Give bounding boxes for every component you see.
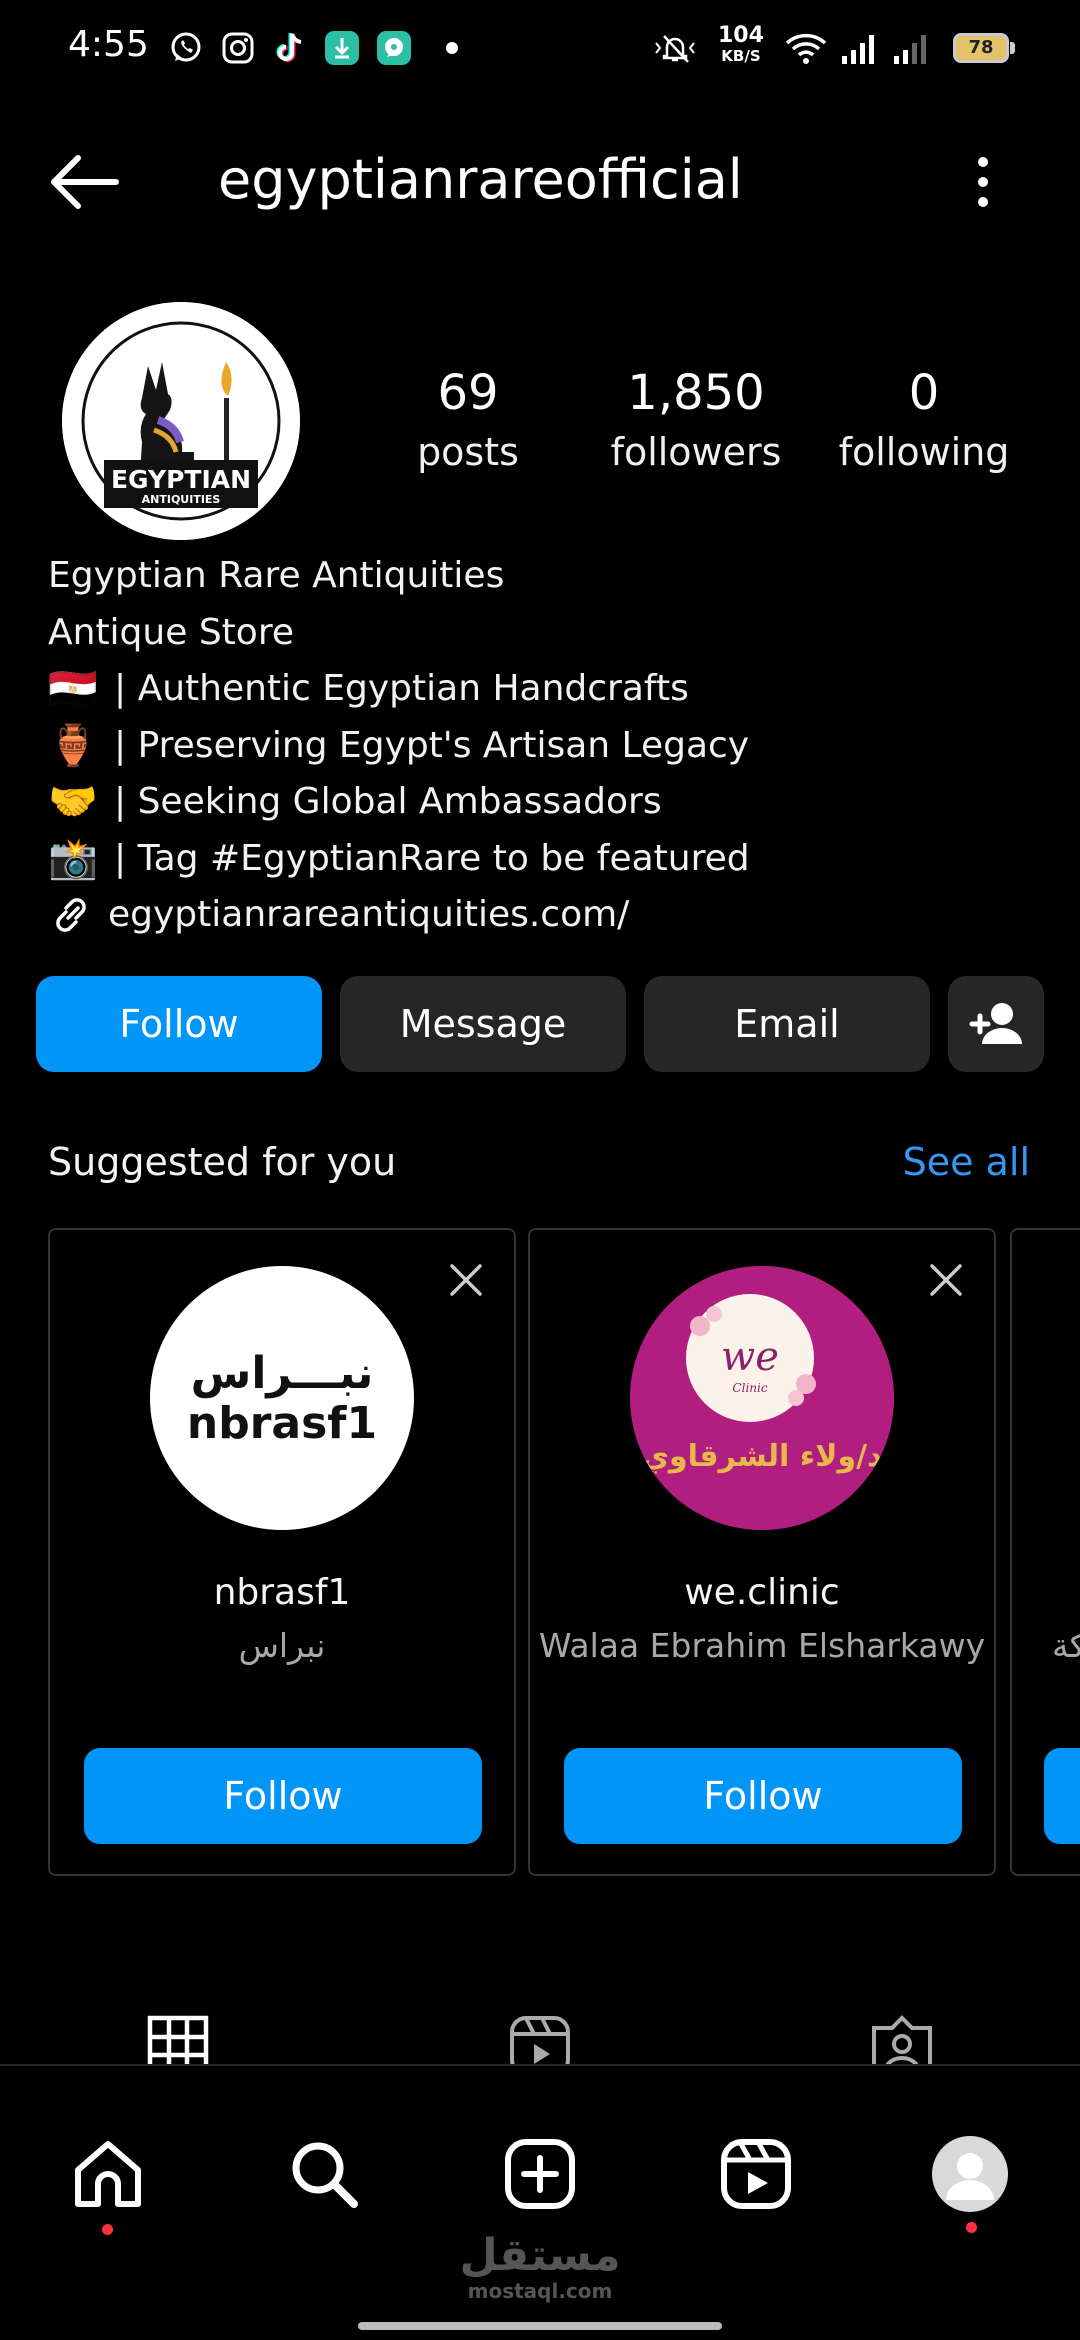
notification-dot [446,42,458,54]
bio-line: 🏺 | Preserving Egypt's Artisan Legacy [48,718,1028,775]
posts-count[interactable]: 69 posts [358,362,578,480]
bio-name: Egyptian Rare Antiquities [48,555,505,596]
bio-line-text: | Preserving Egypt's Artisan Legacy [114,724,750,766]
reels-tab-icon[interactable] [508,2014,572,2064]
whatsapp-icon [171,32,201,62]
suggested-avatar[interactable]: we Clinic د/ولاء الشرقاوي [630,1266,894,1530]
followers-value: 1,850 [627,365,765,421]
wifi-icon [785,33,827,64]
gesture-home-bar[interactable] [358,2322,722,2330]
grid-icon[interactable] [146,2014,210,2064]
email-button[interactable]: Email [644,976,930,1072]
we-logo-text: we [721,1334,779,1380]
suggested-username[interactable]: we.clinic [530,1572,994,1613]
content-tabs [0,2000,1080,2064]
home-icon[interactable] [70,2136,146,2212]
download-icon [325,31,359,65]
instagram-icon [222,32,254,64]
nbrasf1-logo: نبـــراس nbrasf1 [187,1348,377,1449]
posts-label: posts [417,430,519,474]
battery-nub [1010,42,1015,54]
clinic-logo-text: Clinic [732,1381,767,1395]
profile-bio: Egyptian Rare Antiquities Antique Store … [48,548,1028,944]
suggest-people-button[interactable] [948,976,1044,1072]
bio-line: 📸 | Tag #EgyptianRare to be featured [48,831,1028,888]
message-button[interactable]: Message [340,976,626,1072]
bio-link-text[interactable]: egyptianrareantiquities.com/ [108,887,629,944]
reels-icon[interactable] [718,2136,794,2212]
mute-icon [655,35,695,63]
suggested-follow-button[interactable]: Follow [564,1748,962,1844]
suggested-fullname: كة [1052,1626,1080,1665]
watermark-arabic: مستقل [459,2230,621,2281]
logo-text-sub: ANTIQUITIES [142,493,221,506]
bio-link[interactable]: egyptianrareantiquities.com/ [48,887,1028,944]
see-all-link[interactable]: See all [903,1140,1030,1184]
profile-avatar-icon[interactable] [932,2136,1008,2212]
bio-category: Antique Store [48,611,294,653]
bio-line-text: | Tag #EgyptianRare to be featured [114,837,750,879]
amphora-icon: 🏺 [48,722,98,769]
suggested-fullname: نبراس [238,1626,326,1665]
tagged-tab-icon[interactable] [870,2014,934,2064]
add-person-icon [969,1003,1022,1044]
suggested-fullname: Walaa Ebrahim Elsharkawy [538,1626,986,1665]
close-icon[interactable] [446,1260,486,1300]
signal-icon [842,35,874,64]
signal-icon-2 [894,35,926,64]
bio-line: 🤝 | Seeking Global Ambassadors [48,774,1028,831]
egyptian-antiquities-logo: EGYPTIAN ANTIQUITIES [62,302,300,540]
avatar-text-ar: د/ولاء الشرقاوي [642,1439,883,1474]
tiktok-icon [276,33,302,62]
net-speed-value: 104 [718,23,764,48]
suggested-follow-button[interactable] [1044,1748,1080,1844]
suggested-username[interactable]: nbrasf1 [50,1572,514,1613]
search-icon[interactable] [286,2136,362,2212]
suggested-card[interactable]: we Clinic د/ولاء الشرقاوي we.clinic Wala… [528,1228,996,1876]
watermark-logo: مستقل mostaql.com [0,2230,1080,2303]
following-value: 0 [908,365,940,421]
camera-flash-icon: 📸 [48,835,98,882]
posts-value: 69 [437,365,499,421]
followers-count[interactable]: 1,850 followers [586,362,806,480]
link-icon [56,898,86,933]
create-post-icon[interactable] [502,2136,578,2212]
more-options-icon[interactable] [966,150,1000,214]
avatar-text-en: nbrasf1 [187,1398,377,1449]
handshake-icon: 🤝 [48,779,98,825]
status-time: 4:55 [68,24,149,65]
suggested-card-partial[interactable]: كة [1010,1228,1080,1876]
logo-text-main: EGYPTIAN [111,465,251,494]
status-bar: 4:55 104 KB/S 78 [0,0,1080,96]
network-speed: 104 KB/S [718,23,764,66]
back-arrow-icon[interactable] [46,150,122,214]
egypt-flag-icon: 🇪🇬 [48,666,98,712]
we-clinic-logo: we Clinic د/ولاء الشرقاوي [630,1266,894,1530]
bio-line-text: | Seeking Global Ambassadors [114,781,662,822]
follow-button[interactable]: Follow [36,976,322,1072]
bio-line: 🇪🇬 | Authentic Egyptian Handcrafts [48,661,1028,718]
chat-app-icon [377,31,411,65]
avatar-text-ar: نبـــراس [191,1348,374,1399]
profile-avatar[interactable]: EGYPTIAN ANTIQUITIES [62,302,300,540]
suggested-avatar[interactable]: نبـــراس nbrasf1 [150,1266,414,1530]
suggested-card[interactable]: نبـــراس nbrasf1 nbrasf1 نبراس Follow [48,1228,516,1876]
bottom-navigation: مستقل mostaql.com [0,2064,1080,2340]
close-icon[interactable] [926,1260,966,1300]
following-label: following [838,430,1010,474]
net-speed-unit: KB/S [721,47,761,65]
battery-icon: 78 [953,33,1009,63]
suggested-title: Suggested for you [48,1140,397,1184]
following-count[interactable]: 0 following [814,362,1034,480]
bio-line-text: | Authentic Egyptian Handcrafts [114,668,689,709]
followers-label: followers [610,430,782,474]
profile-username: egyptianrareofficial [218,148,743,211]
watermark-latin: mostaql.com [467,2279,613,2303]
suggested-follow-button[interactable]: Follow [84,1748,482,1844]
